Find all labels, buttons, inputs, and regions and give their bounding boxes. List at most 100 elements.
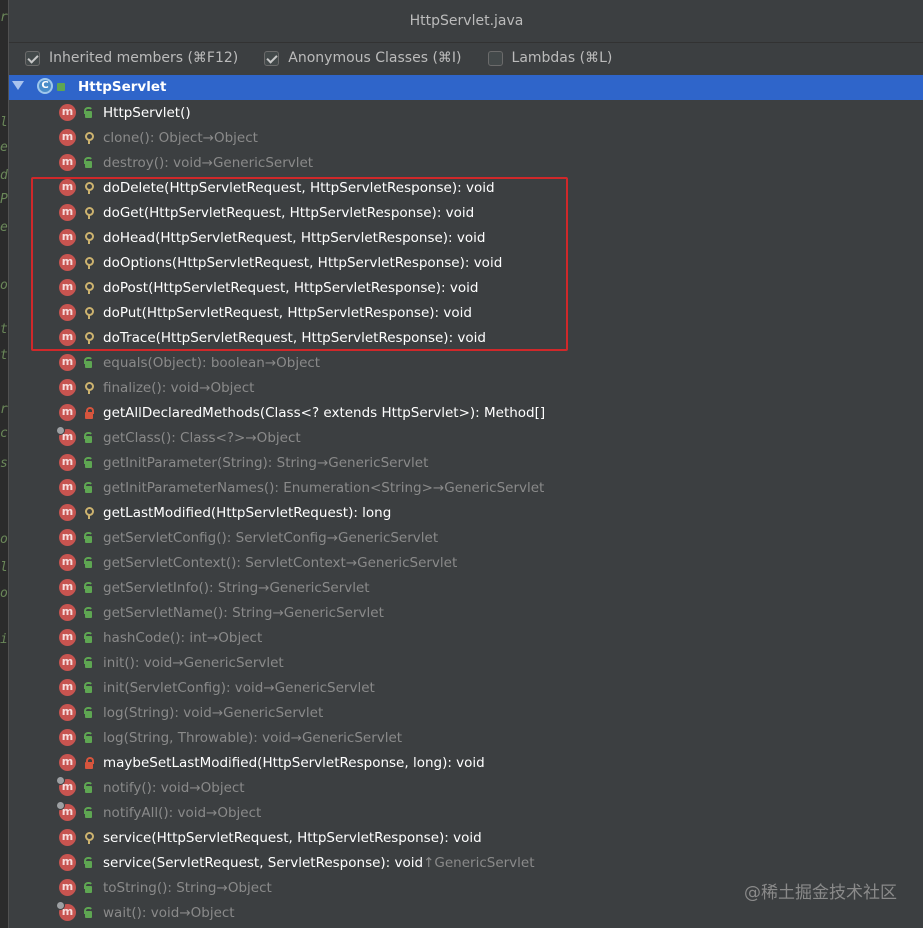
member-signature: HttpServlet() — [103, 104, 191, 121]
code-margin-char: o — [0, 532, 8, 547]
member-signature: notifyAll(): void — [103, 804, 207, 821]
inherited-members-checkbox[interactable] — [25, 50, 40, 66]
public-visibility-icon — [82, 731, 96, 745]
tree-member-row[interactable]: m doHead(HttpServletRequest, HttpServletR… — [9, 225, 923, 250]
tree-member-row[interactable]: m getServletConfig(): ServletConfig →Gene… — [9, 525, 923, 550]
tree-member-row[interactable]: m doTrace(HttpServletRequest, HttpServlet… — [9, 325, 923, 350]
member-origin: →GenericServlet — [172, 654, 284, 671]
method-icon: m — [59, 704, 76, 721]
public-visibility-icon — [82, 356, 96, 370]
method-icon: m — [59, 754, 76, 771]
code-margin-char: e — [0, 220, 8, 235]
member-signature: getServletInfo(): String — [103, 579, 259, 596]
option-lambdas[interactable]: Lambdas (⌘L) — [487, 50, 612, 66]
tree-member-row[interactable]: m getServletContext(): ServletContext →Ge… — [9, 550, 923, 575]
tree-member-row[interactable]: m destroy(): void →GenericServlet — [9, 150, 923, 175]
option-inherited-members[interactable]: Inherited members (⌘F12) — [25, 50, 238, 66]
tree-member-row[interactable]: m hashCode(): int →Object — [9, 625, 923, 650]
lambdas-checkbox[interactable] — [487, 50, 503, 66]
code-margin-char: i — [0, 632, 8, 647]
method-icon: m — [59, 404, 76, 421]
tree-member-row[interactable]: m getInitParameterNames(): Enumeration<St… — [9, 475, 923, 500]
method-icon: m — [59, 629, 76, 646]
member-origin: →Object — [264, 354, 321, 371]
code-margin-char: s — [0, 456, 8, 471]
member-signature: clone(): Object — [103, 129, 203, 146]
anonymous-classes-checkbox[interactable] — [264, 50, 280, 66]
tree-member-row[interactable]: m init(): void →GenericServlet — [9, 650, 923, 675]
member-signature: equals(Object): boolean — [103, 354, 265, 371]
method-icon: m — [59, 329, 76, 346]
tree-member-row[interactable]: m doPost(HttpServletRequest, HttpServletR… — [9, 275, 923, 300]
member-origin: →Object — [189, 779, 245, 796]
member-origin: →GenericServlet — [263, 679, 375, 696]
method-icon: m — [56, 901, 76, 921]
protected-visibility-icon — [82, 831, 96, 845]
member-origin: →GenericServlet — [326, 529, 439, 546]
tree-member-row[interactable]: m wait(): void →Object — [9, 900, 923, 925]
member-origin: →GenericServlet — [290, 729, 403, 746]
code-margin-char: c — [0, 426, 8, 441]
public-visibility-icon — [82, 106, 96, 120]
member-signature: notify(): void — [103, 779, 190, 796]
member-signature: getInitParameterNames(): Enumeration<Str… — [103, 479, 433, 496]
member-origin: →GenericServlet — [316, 454, 429, 471]
method-icon: m — [59, 579, 76, 596]
tree-member-row[interactable]: m doDelete(HttpServletRequest, HttpServle… — [9, 175, 923, 200]
method-icon: m — [59, 879, 76, 896]
tree-member-row[interactable]: m doOptions(HttpServletRequest, HttpServl… — [9, 250, 923, 275]
tree-member-row[interactable]: m HttpServlet() — [9, 100, 923, 125]
public-visibility-icon — [82, 556, 96, 570]
member-origin: →Object — [206, 804, 262, 821]
tree-member-row[interactable]: m doPut(HttpServletRequest, HttpServletRe… — [9, 300, 923, 325]
public-visibility-icon — [82, 606, 96, 620]
tree-member-row[interactable]: m service(ServletRequest, ServletResponse… — [9, 850, 923, 875]
method-icon: m — [59, 554, 76, 571]
member-origin: →Object — [179, 904, 235, 921]
tree-member-row[interactable]: m getInitParameter(String): String →Gener… — [9, 450, 923, 475]
tree-member-row[interactable]: m finalize(): void →Object — [9, 375, 923, 400]
member-origin: →GenericServlet — [211, 704, 324, 721]
code-margin-char: r — [0, 402, 8, 417]
public-visibility-icon — [82, 706, 96, 720]
tree-member-row[interactable]: m getClass(): Class<?> →Object — [9, 425, 923, 450]
protected-visibility-icon — [82, 131, 96, 145]
member-signature: service(HttpServletRequest, HttpServletR… — [103, 829, 482, 846]
protected-visibility-icon — [82, 281, 96, 295]
tree-member-row[interactable]: m getServletName(): String →GenericServle… — [9, 600, 923, 625]
tree-member-row[interactable]: m init(ServletConfig): void →GenericServl… — [9, 675, 923, 700]
member-signature: getAllDeclaredMethods(Class<? extends Ht… — [103, 404, 546, 421]
member-signature: destroy(): void — [103, 154, 202, 171]
tree-member-row[interactable]: m log(String): void →GenericServlet — [9, 700, 923, 725]
public-visibility-icon — [82, 681, 96, 695]
tree-member-row[interactable]: m clone(): Object →Object — [9, 125, 923, 150]
tree-member-row[interactable]: m log(String, Throwable): void →GenericSe… — [9, 725, 923, 750]
member-signature: getInitParameter(String): String — [103, 454, 317, 471]
public-visibility-icon — [82, 806, 96, 820]
tree-root-httpservlet[interactable]: C HttpServlet — [9, 75, 923, 100]
method-icon: m — [59, 604, 76, 621]
public-visibility-icon — [82, 431, 96, 445]
option-anonymous-classes[interactable]: Anonymous Classes (⌘I) — [264, 50, 462, 66]
member-signature: doPut(HttpServletRequest, HttpServletRes… — [103, 304, 472, 321]
member-signature: getClass(): Class<?> — [103, 429, 246, 446]
member-signature: wait(): void — [103, 904, 180, 921]
member-signature: getServletConfig(): ServletConfig — [103, 529, 327, 546]
tree-member-row[interactable]: m getAllDeclaredMethods(Class<? extends H… — [9, 400, 923, 425]
expand-arrow-icon[interactable] — [12, 81, 24, 90]
watermark: @稀土掘金技术社区 — [744, 883, 897, 903]
code-margin-char: t — [0, 348, 8, 363]
method-icon: m — [59, 204, 76, 221]
tree-member-row[interactable]: m equals(Object): boolean →Object — [9, 350, 923, 375]
tree-member-row[interactable]: m maybeSetLastModified(HttpServletRespons… — [9, 750, 923, 775]
tree-member-row[interactable]: m getLastModified(HttpServletRequest): lo… — [9, 500, 923, 525]
tree-member-row[interactable]: m doGet(HttpServletRequest, HttpServletRe… — [9, 200, 923, 225]
tree-member-row[interactable]: m notify(): void →Object — [9, 775, 923, 800]
method-icon: m — [59, 829, 76, 846]
tree-member-row[interactable]: m service(HttpServletRequest, HttpServlet… — [9, 825, 923, 850]
member-signature: finalize(): void — [103, 379, 200, 396]
tree-member-row[interactable]: m getServletInfo(): String →GenericServle… — [9, 575, 923, 600]
member-origin: →Object — [216, 879, 272, 896]
tree-member-row[interactable]: m notifyAll(): void →Object — [9, 800, 923, 825]
public-visibility-icon — [82, 531, 96, 545]
